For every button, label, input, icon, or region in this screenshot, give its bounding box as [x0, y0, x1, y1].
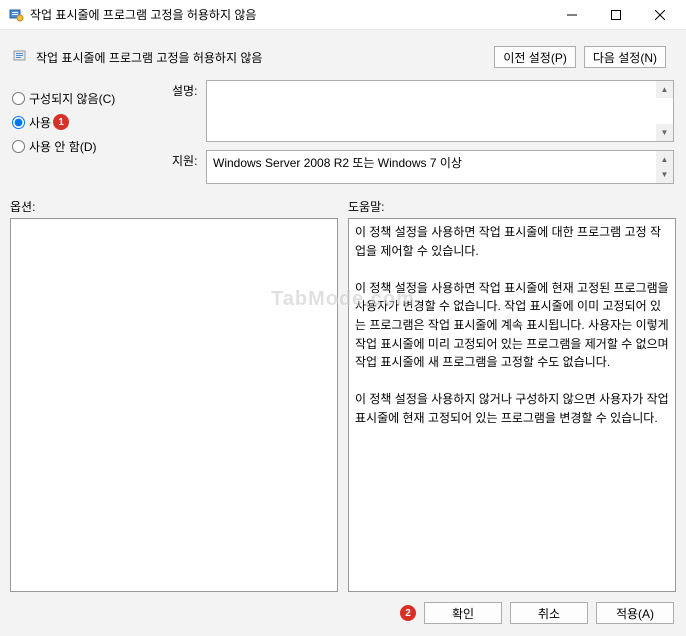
help-panel: 이 정책 설정을 사용하면 작업 표시줄에 대한 프로그램 고정 작업을 제어할…	[348, 218, 676, 592]
radio-not-configured[interactable]	[12, 92, 25, 105]
scroll-down-icon[interactable]: ▼	[656, 166, 673, 183]
app-icon	[8, 7, 24, 23]
radio-group: 구성되지 않음(C) 사용 1 사용 안 함(D)	[12, 80, 172, 192]
settings-row: 구성되지 않음(C) 사용 1 사용 안 함(D) 설명: ▲ ▼ 지원:	[8, 76, 678, 192]
radio-disabled[interactable]	[12, 140, 25, 153]
apply-button[interactable]: 적용(A)	[596, 602, 674, 624]
panels: 옵션: 도움말: 이 정책 설정을 사용하면 작업 표시줄에 대한 프로그램 고…	[8, 192, 678, 592]
support-label: 지원:	[172, 150, 206, 184]
callout-badge-2: 2	[400, 605, 416, 621]
help-column: 도움말: 이 정책 설정을 사용하면 작업 표시줄에 대한 프로그램 고정 작업…	[348, 198, 676, 592]
description-label: 설명:	[172, 80, 206, 142]
footer: 2 확인 취소 적용(A)	[8, 592, 678, 628]
options-label: 옵션:	[10, 198, 338, 218]
page-header: 작업 표시줄에 프로그램 고정을 허용하지 않음 이전 설정(P) 다음 설정(…	[8, 38, 678, 76]
window-title: 작업 표시줄에 프로그램 고정을 허용하지 않음	[30, 6, 550, 23]
options-column: 옵션:	[10, 198, 338, 592]
radio-disabled-label[interactable]: 사용 안 함(D)	[29, 138, 97, 155]
titlebar: 작업 표시줄에 프로그램 고정을 허용하지 않음	[0, 0, 686, 30]
support-textbox: Windows Server 2008 R2 또는 Windows 7 이상 ▲…	[206, 150, 674, 184]
help-paragraph: 이 정책 설정을 사용하지 않거나 구성하지 않으면 사용자가 작업 표시줄에 …	[355, 390, 669, 427]
policy-icon	[12, 48, 30, 66]
help-paragraph: 이 정책 설정을 사용하면 작업 표시줄에 현재 고정된 프로그램을 사용자가 …	[355, 279, 669, 372]
options-panel	[10, 218, 338, 592]
cancel-button[interactable]: 취소	[510, 602, 588, 624]
ok-button[interactable]: 확인	[424, 602, 502, 624]
minimize-button[interactable]	[550, 1, 594, 29]
description-textbox[interactable]: ▲ ▼	[206, 80, 674, 142]
nav-buttons: 이전 설정(P) 다음 설정(N)	[494, 46, 666, 68]
page-title: 작업 표시줄에 프로그램 고정을 허용하지 않음	[36, 49, 494, 66]
support-value: Windows Server 2008 R2 또는 Windows 7 이상	[213, 154, 462, 171]
help-label: 도움말:	[348, 198, 676, 218]
radio-enabled[interactable]	[12, 116, 25, 129]
previous-setting-button[interactable]: 이전 설정(P)	[494, 46, 576, 68]
help-paragraph: 이 정책 설정을 사용하면 작업 표시줄에 대한 프로그램 고정 작업을 제어할…	[355, 223, 669, 260]
description-area: 설명: ▲ ▼ 지원: Windows Server 2008 R2 또는 Wi…	[172, 80, 674, 192]
maximize-button[interactable]	[594, 1, 638, 29]
radio-not-configured-label[interactable]: 구성되지 않음(C)	[29, 90, 115, 107]
scroll-up-icon[interactable]: ▲	[656, 81, 673, 98]
callout-badge-1: 1	[53, 114, 69, 130]
next-setting-button[interactable]: 다음 설정(N)	[584, 46, 666, 68]
content-area: 작업 표시줄에 프로그램 고정을 허용하지 않음 이전 설정(P) 다음 설정(…	[0, 30, 686, 636]
close-button[interactable]	[638, 1, 682, 29]
scroll-down-icon[interactable]: ▼	[656, 124, 673, 141]
radio-enabled-label[interactable]: 사용	[29, 114, 51, 131]
